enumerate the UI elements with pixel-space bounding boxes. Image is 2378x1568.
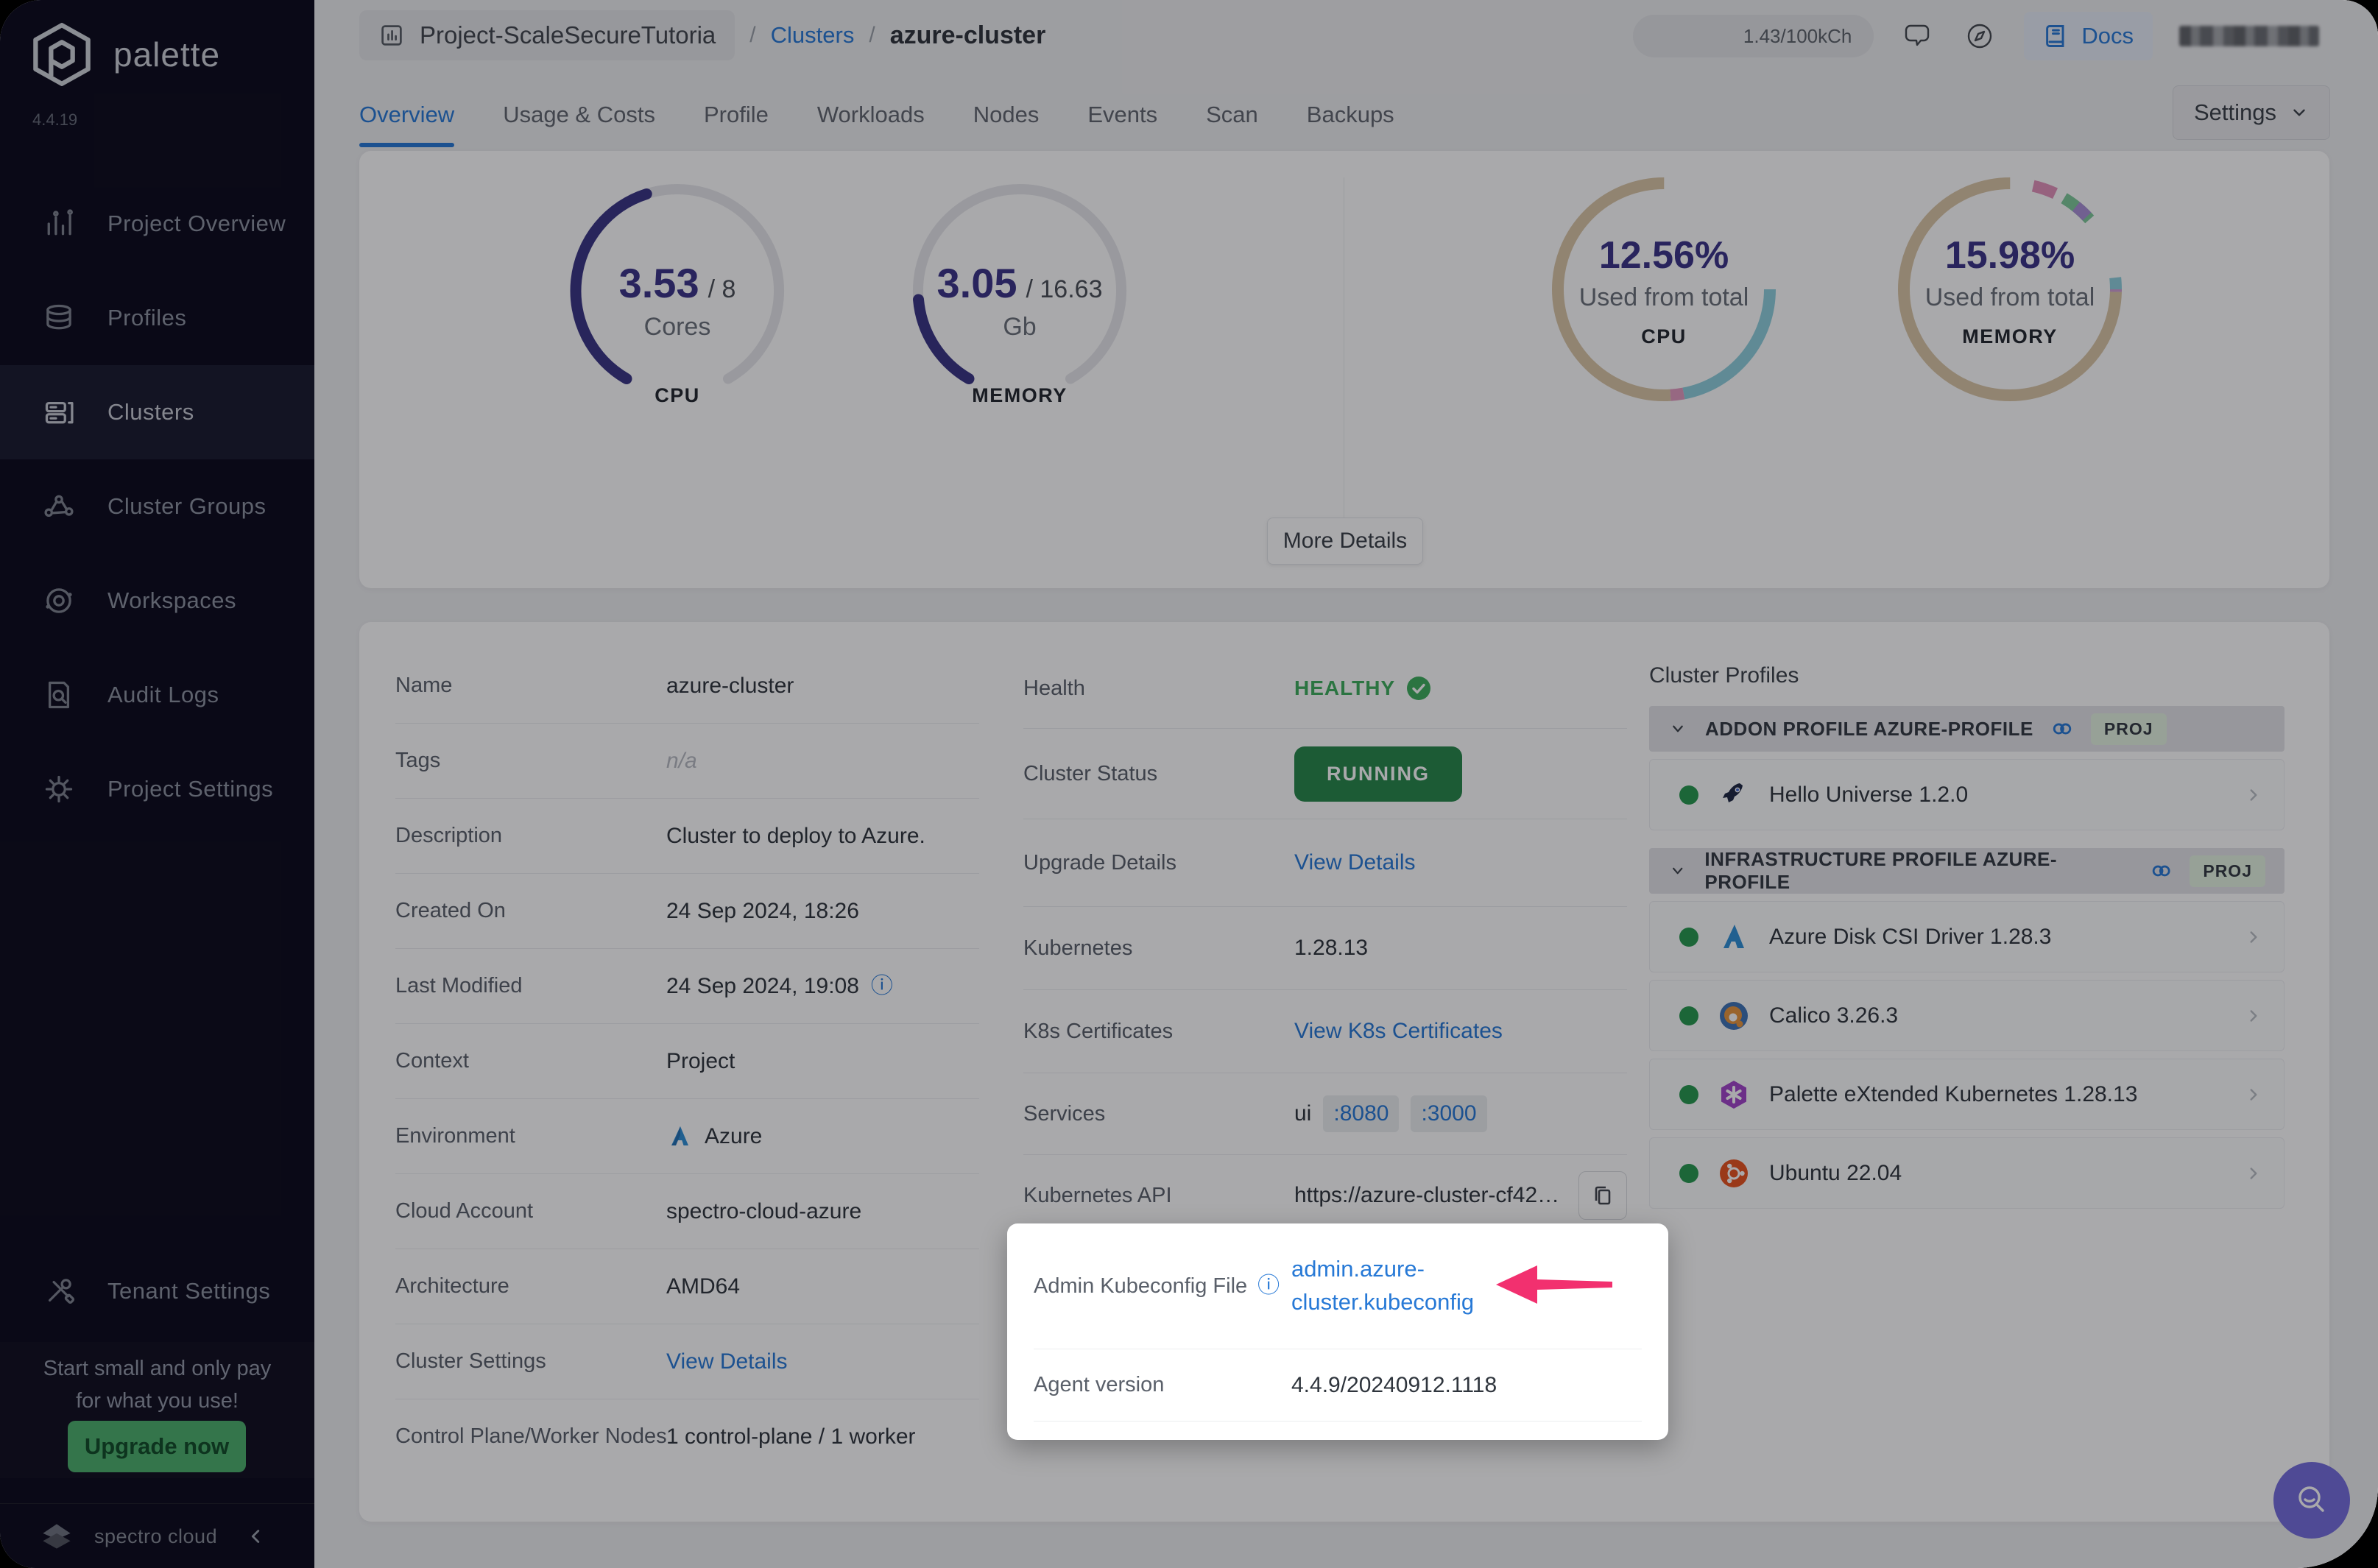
kubeconfig-spotlight-panel: Admin Kubeconfig File ⓘ admin.azure-clus… xyxy=(1007,1223,1668,1440)
admin-kubeconfig-download-link[interactable]: admin.azure-cluster.kubeconfig xyxy=(1291,1253,1505,1319)
agent-version-value: 4.4.9/20240912.1118 xyxy=(1291,1372,1497,1397)
tutorial-pointer-arrow xyxy=(1496,1265,1612,1304)
info-icon[interactable]: ⓘ xyxy=(1257,1275,1280,1297)
palette-app-window: palette 4.4.19 Project Overview Profiles xyxy=(0,0,2378,1568)
spotlight-row-agent-version: Agent version 4.4.9/20240912.1118 xyxy=(1034,1349,1642,1422)
